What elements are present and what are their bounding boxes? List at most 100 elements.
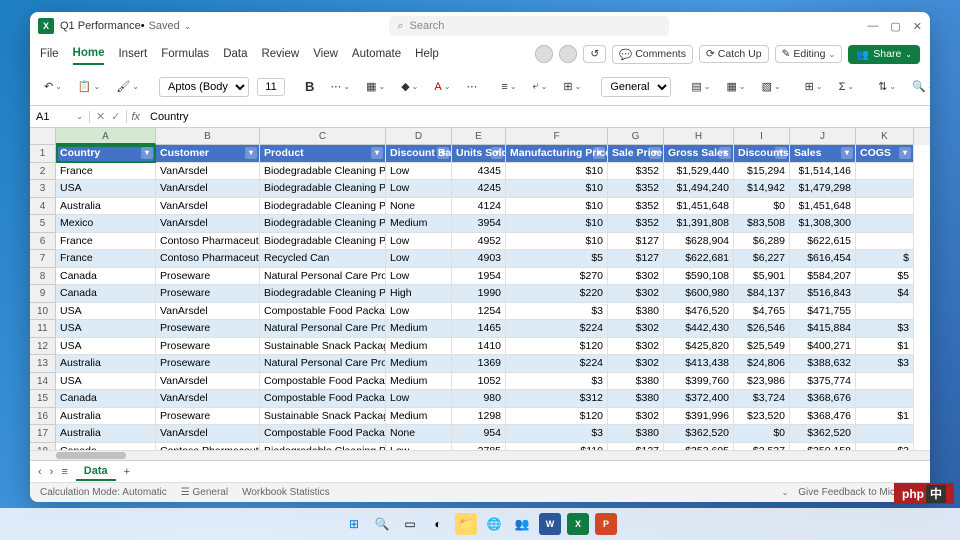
cell[interactable] (856, 373, 914, 391)
row-header-10[interactable]: 10 (30, 303, 56, 321)
cell[interactable]: $3 (856, 320, 914, 338)
cell[interactable]: Biodegradable Cleaning Products (260, 198, 386, 216)
row-header-6[interactable]: 6 (30, 233, 56, 251)
user-avatar-1[interactable] (535, 45, 553, 63)
menu-view[interactable]: View (313, 44, 338, 64)
table-header-country[interactable]: Country▾ (56, 145, 156, 163)
cell[interactable]: $5 (856, 268, 914, 286)
table-header-discounts[interactable]: Discounts▾ (734, 145, 790, 163)
cell[interactable]: 4245 (452, 180, 506, 198)
catchup-button[interactable]: ⟳ Catch Up (699, 45, 769, 63)
cell[interactable]: $3,724 (734, 390, 790, 408)
title-chevron-icon[interactable]: ⌄ (184, 21, 192, 32)
cell[interactable]: $399,760 (664, 373, 734, 391)
cell[interactable]: $391,996 (664, 408, 734, 426)
status-workbook-stats[interactable]: Workbook Statistics (242, 487, 330, 498)
share-button[interactable]: 👥 Share ⌄ (848, 45, 920, 64)
maximize-button[interactable]: ▢ (890, 20, 900, 33)
undo-button[interactable]: ↶⌄ (40, 78, 66, 95)
sort-filter-button[interactable]: ⇅⌄ (874, 78, 900, 95)
cell[interactable] (856, 425, 914, 443)
cell[interactable]: $1,479,298 (790, 180, 856, 198)
cell-styles-button[interactable]: ▧⌄ (758, 78, 785, 95)
cell[interactable]: $302 (608, 338, 664, 356)
menu-help[interactable]: Help (415, 44, 439, 64)
filter-icon[interactable]: ▾ (899, 147, 911, 159)
table-header-manufacturing-price[interactable]: Manufacturing Price▾ (506, 145, 608, 163)
row-header-18[interactable]: 18 (30, 443, 56, 451)
cell[interactable]: $352 (608, 163, 664, 181)
cell[interactable]: $84,137 (734, 285, 790, 303)
cell[interactable]: VanArsdel (156, 373, 260, 391)
row-header-15[interactable]: 15 (30, 390, 56, 408)
cell[interactable]: $380 (608, 373, 664, 391)
word-icon[interactable]: W (539, 513, 561, 535)
cell[interactable]: 1954 (452, 268, 506, 286)
cell[interactable]: France (56, 163, 156, 181)
cell[interactable]: $302 (608, 408, 664, 426)
confirm-formula-icon[interactable]: ✓ (111, 110, 120, 123)
formula-input[interactable]: Country (144, 111, 930, 123)
format-table-button[interactable]: ▦⌄ (722, 78, 749, 95)
teams-icon[interactable]: 👥 (511, 513, 533, 535)
cell[interactable]: VanArsdel (156, 198, 260, 216)
widgets-icon[interactable]: ◐ (427, 513, 449, 535)
more-button[interactable]: ⋯ (462, 78, 481, 95)
cell[interactable]: $380 (608, 425, 664, 443)
cell[interactable]: Mexico (56, 215, 156, 233)
cell[interactable]: $5 (506, 250, 608, 268)
cell[interactable]: Sustainable Snack Packaging (260, 408, 386, 426)
cell[interactable]: $1 (856, 338, 914, 356)
add-sheet-button[interactable]: + (124, 466, 130, 478)
cell[interactable]: USA (56, 373, 156, 391)
cell[interactable]: $3 (856, 443, 914, 451)
cell[interactable]: $224 (506, 320, 608, 338)
start-icon[interactable]: ⊞ (343, 513, 365, 535)
cell[interactable]: $110 (506, 443, 608, 451)
cell[interactable]: VanArsdel (156, 180, 260, 198)
col-header-E[interactable]: E (452, 128, 506, 145)
cell[interactable]: 1465 (452, 320, 506, 338)
cell[interactable]: 1369 (452, 355, 506, 373)
cell[interactable]: Canada (56, 443, 156, 451)
cell[interactable]: $516,843 (790, 285, 856, 303)
cell[interactable]: Natural Personal Care Products (260, 268, 386, 286)
conditional-format-button[interactable]: ▤⌄ (687, 78, 714, 95)
cell[interactable]: $10 (506, 198, 608, 216)
cell[interactable]: $83,508 (734, 215, 790, 233)
cell[interactable] (856, 390, 914, 408)
cell[interactable]: $1,514,146 (790, 163, 856, 181)
cell[interactable]: $350,158 (790, 443, 856, 451)
row-header-16[interactable]: 16 (30, 408, 56, 426)
cell[interactable]: $1,308,300 (790, 215, 856, 233)
cell[interactable]: Canada (56, 285, 156, 303)
cell[interactable]: 980 (452, 390, 506, 408)
filter-icon[interactable]: ▾ (841, 147, 853, 159)
cell[interactable]: $10 (506, 215, 608, 233)
sheet-tab-data[interactable]: Data (76, 463, 116, 481)
menu-review[interactable]: Review (261, 44, 299, 64)
cell[interactable]: $220 (506, 285, 608, 303)
cell[interactable]: $616,454 (790, 250, 856, 268)
col-header-J[interactable]: J (790, 128, 856, 145)
filter-icon[interactable]: ▾ (141, 147, 153, 159)
row-header-7[interactable]: 7 (30, 250, 56, 268)
cell[interactable]: Proseware (156, 285, 260, 303)
filter-icon[interactable]: ▾ (437, 147, 449, 159)
cell[interactable]: 4952 (452, 233, 506, 251)
cell[interactable]: Low (386, 268, 452, 286)
autosum-button[interactable]: Σ⌄ (835, 79, 859, 95)
all-sheets-button[interactable]: ≡ (61, 466, 67, 478)
cell[interactable]: $622,615 (790, 233, 856, 251)
cell[interactable]: $127 (608, 233, 664, 251)
cell[interactable]: $353,695 (664, 443, 734, 451)
col-header-K[interactable]: K (856, 128, 914, 145)
cell[interactable]: $23,986 (734, 373, 790, 391)
cell[interactable]: Australia (56, 425, 156, 443)
col-header-F[interactable]: F (506, 128, 608, 145)
cell[interactable]: $26,546 (734, 320, 790, 338)
excel-taskbar-icon[interactable]: X (567, 513, 589, 535)
cell[interactable]: $362,520 (790, 425, 856, 443)
cell[interactable]: Natural Personal Care Products (260, 320, 386, 338)
cell[interactable]: USA (56, 180, 156, 198)
